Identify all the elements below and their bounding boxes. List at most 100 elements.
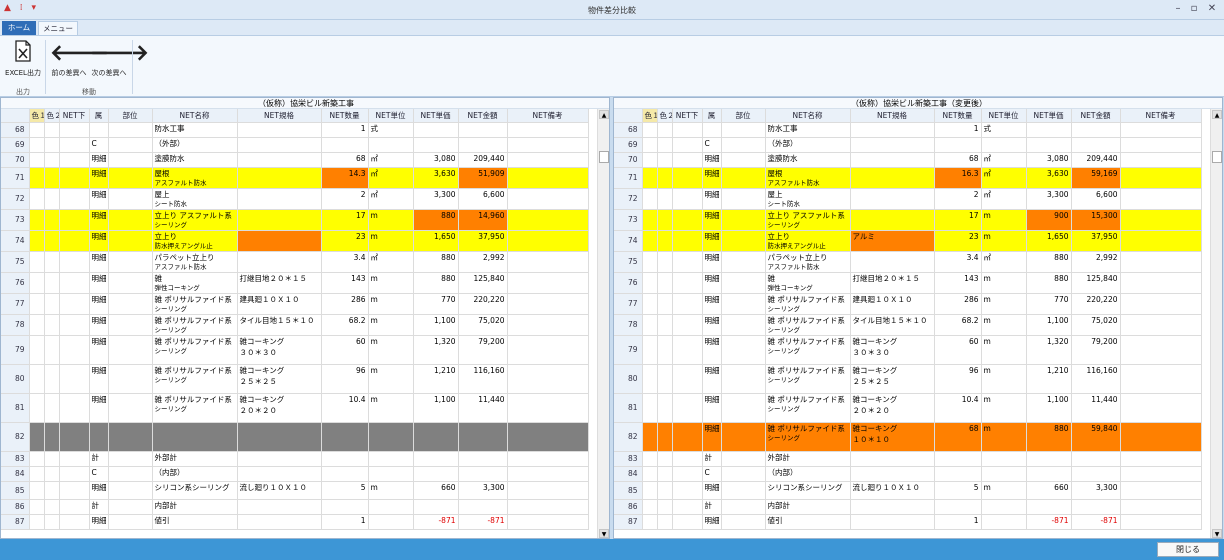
cell-color1[interactable] (642, 167, 658, 189)
scroll-down-icon[interactable]: ▼ (599, 529, 609, 538)
cell-net-note[interactable] (1120, 314, 1202, 336)
cell-net-amount[interactable]: 6,600 (1071, 188, 1121, 210)
cell-net-lower[interactable] (59, 293, 90, 315)
cell-net-amount[interactable]: -871 (1071, 514, 1121, 530)
column-header-net-unit[interactable]: NET単位 (981, 109, 1027, 123)
cell-net-qty[interactable]: 17 (934, 209, 982, 231)
cell-net-price[interactable]: 880 (1026, 422, 1072, 452)
cell-color1[interactable] (29, 293, 45, 315)
cell-attribute[interactable]: 明細 (89, 293, 109, 315)
cell-net-unit[interactable] (368, 514, 414, 530)
cell-net-note[interactable] (1120, 251, 1202, 273)
cell-color1[interactable] (642, 514, 658, 530)
cell-attribute[interactable]: 明細 (89, 364, 109, 394)
cell-part[interactable] (721, 293, 766, 315)
cell-attribute[interactable]: 明細 (89, 188, 109, 210)
cell-net-lower[interactable] (59, 451, 90, 467)
table-row[interactable]: 71 明細 屋根 アスファルト防水 16.3 ㎡ 3,630 59,169 (614, 167, 1202, 189)
cell-net-name[interactable] (152, 422, 238, 452)
cell-color1[interactable] (642, 293, 658, 315)
cell-net-lower[interactable] (672, 364, 703, 394)
cell-net-price[interactable]: 3,630 (1026, 167, 1072, 189)
cell-net-unit[interactable]: m (368, 335, 414, 365)
cell-net-amount[interactable]: 2,992 (458, 251, 508, 273)
cell-net-price[interactable] (413, 422, 459, 452)
cell-net-qty[interactable] (321, 451, 369, 467)
cell-color2[interactable] (44, 314, 60, 336)
table-row[interactable]: 80 明細雑 ポリサルファイド系 シーリング 雑コーキング ２５＊２５ 96 m 1,210 1… (614, 364, 1202, 394)
cell-color2[interactable] (44, 167, 60, 189)
scroll-up-icon[interactable]: ▲ (1212, 110, 1222, 119)
cell-net-name[interactable]: 内部計 (152, 499, 238, 515)
table-row[interactable]: 72 明細 屋上 シート防水 2 ㎡ 3,300 6,600 (614, 188, 1202, 210)
cell-net-name[interactable]: 立上り アスファルト系 シーリング (152, 209, 238, 231)
cell-color2[interactable] (44, 209, 60, 231)
cell-net-note[interactable] (507, 152, 589, 168)
cell-attribute[interactable]: 明細 (702, 188, 722, 210)
cell-net-note[interactable] (1120, 167, 1202, 189)
cell-net-amount[interactable]: 11,440 (1071, 393, 1121, 423)
cell-net-price[interactable]: 1,210 (1026, 364, 1072, 394)
cell-color1[interactable] (642, 137, 658, 153)
cell-net-lower[interactable] (672, 393, 703, 423)
cell-part[interactable] (721, 466, 766, 482)
cell-color2[interactable] (657, 466, 673, 482)
cell-part[interactable] (721, 451, 766, 467)
cell-color2[interactable] (657, 481, 673, 500)
cell-net-spec[interactable] (237, 152, 322, 168)
cell-net-lower[interactable] (59, 122, 90, 138)
cell-net-price[interactable]: 1,650 (413, 230, 459, 252)
cell-net-qty[interactable] (934, 466, 982, 482)
cell-net-unit[interactable]: m (981, 364, 1027, 394)
cell-net-unit[interactable]: ㎡ (368, 152, 414, 168)
column-header-attribute[interactable]: 属 (89, 109, 109, 123)
left-scrollbar[interactable]: ▲ ▼ (597, 109, 609, 538)
cell-net-amount[interactable]: 209,440 (458, 152, 508, 168)
cell-net-amount[interactable] (458, 466, 508, 482)
cell-net-spec[interactable] (237, 188, 322, 210)
cell-net-unit[interactable] (981, 514, 1027, 530)
cell-net-name[interactable]: 雑 ポリサルファイド系 シーリング (765, 422, 851, 452)
table-row[interactable]: 82 (1, 422, 589, 452)
table-row[interactable]: 69 C （外部） (1, 137, 589, 153)
cell-net-lower[interactable] (672, 137, 703, 153)
cell-attribute[interactable]: 計 (702, 451, 722, 467)
cell-net-amount[interactable]: 125,840 (458, 272, 508, 294)
cell-part[interactable] (721, 393, 766, 423)
cell-net-price[interactable]: 1,210 (413, 364, 459, 394)
table-row[interactable]: 76 明細雑弾性コーキング 打継目地２０＊１５ 143 m 880 125,840 (1, 272, 589, 294)
cell-attribute[interactable]: 明細 (89, 209, 109, 231)
cell-net-name[interactable]: 雑 ポリサルファイド系 シーリング (152, 335, 238, 365)
table-row[interactable]: 86 計 内部計 (1, 499, 589, 515)
cell-net-amount[interactable]: 2,992 (1071, 251, 1121, 273)
column-header-color1[interactable]: 色１ (642, 109, 658, 123)
cell-net-unit[interactable] (981, 451, 1027, 467)
column-header-net-spec[interactable]: NET規格 (850, 109, 935, 123)
cell-net-spec[interactable] (237, 251, 322, 273)
cell-net-unit[interactable]: ㎡ (981, 152, 1027, 168)
cell-part[interactable] (108, 335, 153, 365)
cell-net-unit[interactable]: 式 (368, 122, 414, 138)
cell-net-name[interactable]: シリコン系シーリング (765, 481, 851, 500)
cell-net-spec[interactable]: 雑コーキング ２５＊２５ (237, 364, 322, 394)
cell-attribute[interactable]: 明細 (89, 251, 109, 273)
cell-color1[interactable] (29, 188, 45, 210)
column-header-net-unit[interactable]: NET単位 (368, 109, 414, 123)
table-row[interactable]: 73 明細 立上り アスファルト系 シーリング 17 m 880 14,960 (1, 209, 589, 231)
cell-net-unit[interactable]: m (981, 422, 1027, 452)
cell-net-lower[interactable] (59, 152, 90, 168)
cell-net-lower[interactable] (59, 167, 90, 189)
column-header-net-amount[interactable]: NET金額 (458, 109, 508, 123)
cell-attribute[interactable]: 明細 (702, 335, 722, 365)
cell-net-note[interactable] (1120, 152, 1202, 168)
cell-net-unit[interactable] (368, 499, 414, 515)
cell-net-qty[interactable]: 1 (934, 122, 982, 138)
cell-part[interactable] (721, 499, 766, 515)
cell-net-note[interactable] (507, 514, 589, 530)
column-header-net-note[interactable]: NET備考 (507, 109, 589, 123)
cell-net-unit[interactable] (981, 466, 1027, 482)
cell-net-qty[interactable]: 96 (321, 364, 369, 394)
cell-color1[interactable] (642, 230, 658, 252)
cell-net-qty[interactable]: 10.4 (321, 393, 369, 423)
table-row[interactable]: 75 明細 パラペット立上り アスファルト防水 3.4 ㎡ 880 2,992 (614, 251, 1202, 273)
